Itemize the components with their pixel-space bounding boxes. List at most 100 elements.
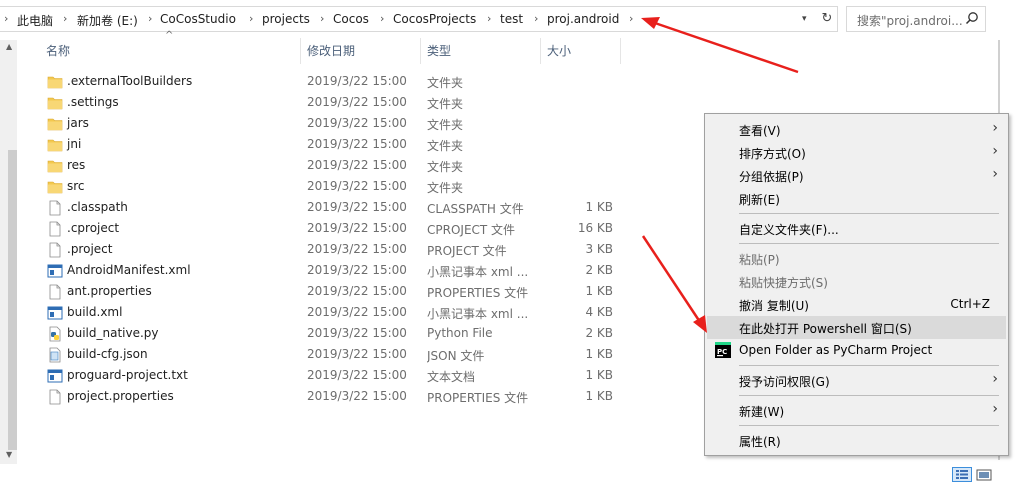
- column-header-name[interactable]: 名称: [40, 38, 300, 64]
- scroll-up-icon[interactable]: ▲: [6, 42, 12, 51]
- file-list: .externalToolBuilders 2019/3/22 15:00 文件夹.…: [40, 71, 640, 407]
- menu-separator: [739, 365, 999, 366]
- search-box[interactable]: 搜索"proj.androi...: [846, 6, 986, 32]
- file-size: 2 KB: [585, 326, 613, 340]
- chevron-right-icon[interactable]: ›: [534, 12, 538, 25]
- file-type: PROPERTIES 文件: [427, 391, 529, 405]
- breadcrumb-test[interactable]: test: [500, 12, 523, 26]
- refresh-icon[interactable]: ↻: [817, 9, 837, 29]
- file-row[interactable]: build.xml 2019/3/22 15:00 小黑记事本 xml ... 4 K…: [40, 302, 640, 323]
- menu-item-label: 授予访问权限(G): [739, 375, 830, 389]
- file-name: .project: [67, 242, 113, 256]
- file-size: 16 KB: [577, 221, 613, 235]
- chevron-right-icon: ›: [992, 143, 998, 159]
- text-file-icon: [47, 368, 63, 384]
- file-size: 2 KB: [585, 263, 613, 277]
- file-type: PROJECT 文件: [427, 244, 507, 258]
- menu-item-label: 自定义文件夹(F)...: [739, 223, 839, 237]
- menu-item-customize-folder[interactable]: 自定义文件夹(F)...: [707, 217, 1006, 240]
- breadcrumb-proj-android[interactable]: proj.android: [547, 12, 619, 26]
- menu-separator: [739, 243, 999, 244]
- address-bar[interactable]: › 此电脑 › 新加卷 (E:) › CoCosStudio › project…: [0, 6, 838, 32]
- shortcut-label: Ctrl+Z: [950, 297, 990, 311]
- menu-item-grant-access[interactable]: 授予访问权限(G) ›: [707, 369, 1006, 392]
- scrollbar-thumb[interactable]: [8, 150, 17, 450]
- file-row[interactable]: .cproject 2019/3/22 15:00 CPROJECT 文件 16 KB: [40, 218, 640, 239]
- xml-file-icon: [47, 305, 63, 321]
- file-row[interactable]: res 2019/3/22 15:00 文件夹: [40, 155, 640, 176]
- breadcrumb-cocosstudio[interactable]: CoCosStudio: [160, 12, 236, 26]
- menu-item-refresh[interactable]: 刷新(E): [707, 187, 1006, 210]
- menu-item-label: 粘贴快捷方式(S): [739, 276, 828, 290]
- menu-item-paste-shortcut[interactable]: 粘贴快捷方式(S): [707, 270, 1006, 293]
- details-view-icon[interactable]: [952, 467, 972, 482]
- file-name: build_native.py: [67, 326, 159, 340]
- breadcrumb-this-pc[interactable]: 此电脑: [17, 12, 53, 29]
- chevron-right-icon[interactable]: ›: [629, 12, 633, 25]
- menu-item-open-powershell[interactable]: 在此处打开 Powershell 窗口(S): [707, 316, 1006, 339]
- pycharm-icon: PC: [715, 342, 731, 358]
- menu-item-group-by[interactable]: 分组依据(P) ›: [707, 164, 1006, 187]
- file-row[interactable]: src 2019/3/22 15:00 文件夹: [40, 176, 640, 197]
- file-type: 文件夹: [427, 118, 464, 132]
- file-date: 2019/3/22 15:00: [307, 116, 407, 130]
- column-header-type[interactable]: 类型: [421, 38, 540, 64]
- vertical-scrollbar[interactable]: ▲ ▼: [0, 40, 17, 464]
- column-header-size[interactable]: 大小: [541, 38, 620, 64]
- address-dropdown-icon[interactable]: ▾: [802, 14, 807, 24]
- column-divider[interactable]: [620, 38, 621, 64]
- file-type: 文件夹: [427, 97, 464, 111]
- menu-item-properties[interactable]: 属性(R): [707, 429, 1006, 452]
- file-date: 2019/3/22 15:00: [307, 368, 407, 382]
- file-type: 小黑记事本 xml ...: [427, 307, 529, 321]
- file-row[interactable]: jars 2019/3/22 15:00 文件夹: [40, 113, 640, 134]
- menu-separator: [739, 425, 999, 426]
- xml-file-icon: [47, 263, 63, 279]
- chevron-right-icon[interactable]: ›: [148, 12, 152, 25]
- menu-item-label: 粘贴(P): [739, 253, 780, 267]
- file-row[interactable]: AndroidManifest.xml 2019/3/22 15:00 小黑记事本 …: [40, 260, 640, 281]
- chevron-right-icon[interactable]: ›: [487, 12, 491, 25]
- menu-item-label: 属性(R): [739, 435, 781, 449]
- file-row[interactable]: project.properties 2019/3/22 15:00 PROPERT…: [40, 386, 640, 407]
- menu-item-new[interactable]: 新建(W) ›: [707, 399, 1006, 422]
- breadcrumb-drive-e[interactable]: 新加卷 (E:): [77, 12, 138, 29]
- file-row[interactable]: jni 2019/3/22 15:00 文件夹: [40, 134, 640, 155]
- breadcrumb-projects[interactable]: projects: [262, 12, 310, 26]
- menu-item-undo-copy[interactable]: 撤消 复制(U) Ctrl+Z: [707, 293, 1006, 316]
- file-row[interactable]: .classpath 2019/3/22 15:00 CLASSPATH 文件 1 K…: [40, 197, 640, 218]
- menu-item-open-pycharm[interactable]: PC Open Folder as PyCharm Project: [707, 339, 1006, 362]
- file-row[interactable]: .project 2019/3/22 15:00 PROJECT 文件 3 KB: [40, 239, 640, 260]
- file-date: 2019/3/22 15:00: [307, 200, 407, 214]
- chevron-right-icon[interactable]: ›: [4, 12, 8, 25]
- file-row[interactable]: build_native.py 2019/3/22 15:00 Python Fil…: [40, 323, 640, 344]
- file-row[interactable]: proguard-project.txt 2019/3/22 15:00 文本文档 1…: [40, 365, 640, 386]
- context-menu: 查看(V) › 排序方式(O) › 分组依据(P) › 刷新(E) 自定义文件夹…: [704, 113, 1009, 456]
- chevron-right-icon[interactable]: ›: [63, 12, 67, 25]
- chevron-right-icon[interactable]: ›: [320, 12, 324, 25]
- file-type: 文本文档: [427, 370, 476, 384]
- file-name: .externalToolBuilders: [67, 74, 193, 88]
- scroll-down-icon[interactable]: ▼: [6, 450, 12, 459]
- file-name: project.properties: [67, 389, 174, 403]
- file-row[interactable]: .externalToolBuilders 2019/3/22 15:00 文件夹: [40, 71, 640, 92]
- column-header-date[interactable]: 修改日期: [301, 38, 420, 64]
- file-row[interactable]: .settings 2019/3/22 15:00 文件夹: [40, 92, 640, 113]
- column-header-row: 名称 修改日期 类型 大小: [17, 38, 627, 64]
- breadcrumb-cocosprojects[interactable]: CocosProjects: [393, 12, 476, 26]
- menu-item-view[interactable]: 查看(V) ›: [707, 118, 1006, 141]
- file-name: proguard-project.txt: [67, 368, 188, 382]
- large-icons-view-icon[interactable]: [975, 467, 993, 482]
- menu-item-sort-by[interactable]: 排序方式(O) ›: [707, 141, 1006, 164]
- file-name: jars: [67, 116, 89, 130]
- menu-item-label: Open Folder as PyCharm Project: [739, 343, 933, 357]
- file-row[interactable]: build-cfg.json 2019/3/22 15:00 JSON 文件 1 KB: [40, 344, 640, 365]
- chevron-right-icon[interactable]: ›: [249, 12, 253, 25]
- menu-item-paste[interactable]: 粘贴(P): [707, 247, 1006, 270]
- file-size: 3 KB: [585, 242, 613, 256]
- chevron-right-icon[interactable]: ›: [380, 12, 384, 25]
- file-date: 2019/3/22 15:00: [307, 263, 407, 277]
- file-row[interactable]: ant.properties 2019/3/22 15:00 PROPERTIES …: [40, 281, 640, 302]
- breadcrumb-cocos[interactable]: Cocos: [333, 12, 369, 26]
- search-icon[interactable]: [965, 11, 979, 25]
